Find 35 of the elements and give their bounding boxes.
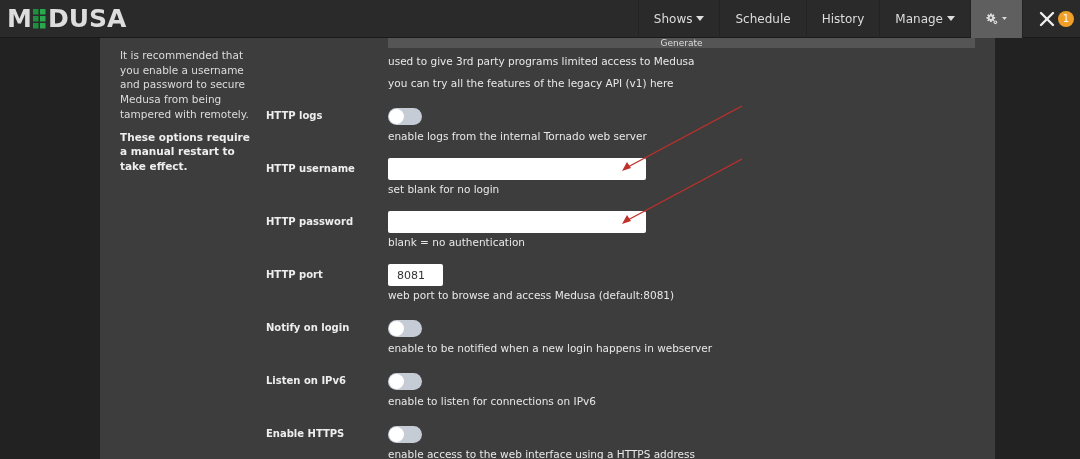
generate-button[interactable]: Generate — [388, 38, 975, 48]
setting-label: HTTP username — [266, 162, 356, 176]
nav-menu[interactable]: Shows — [637, 0, 720, 38]
logo[interactable]: M DUSA — [7, 6, 127, 31]
caret-icon — [696, 16, 705, 21]
settings-menu[interactable] — [970, 0, 1022, 38]
setting-label: HTTP logs — [266, 109, 324, 123]
caret-icon — [1002, 16, 1007, 21]
help-text: set blank for no login — [388, 183, 501, 196]
help-text: you can try all the features of the legacy API (v1) here — [388, 76, 675, 90]
toggle-switch[interactable] — [388, 107, 422, 125]
port-field[interactable]: 8081 — [388, 264, 443, 286]
setting-label: Enable HTTPS — [266, 427, 346, 441]
toggle-switch[interactable] — [388, 319, 422, 337]
help-text: enable to listen for connections on IPv6 — [388, 395, 596, 408]
help-text: web port to browse and access Medusa (default:8081) — [388, 289, 675, 302]
nav-link[interactable]: History — [805, 0, 880, 38]
help-text: used to give 3rd party programs limited access to Medusa — [388, 54, 696, 68]
help-text: enable logs from the internal Tornado web server — [388, 130, 647, 143]
notification-badge: 1 — [1058, 10, 1074, 27]
text-field[interactable] — [388, 211, 646, 233]
toggle-switch[interactable] — [388, 372, 422, 390]
setting-label: Notify on login — [266, 321, 351, 335]
toggle-switch[interactable] — [388, 425, 422, 443]
setting-label: Listen on IPv6 — [266, 374, 347, 388]
nav-link[interactable]: Schedule — [719, 0, 806, 38]
caret-icon — [947, 16, 955, 21]
help-text: enable to be notified when a new login happens in webserver — [388, 342, 713, 355]
setting-label: HTTP password — [266, 215, 355, 229]
setting-label: HTTP port — [266, 268, 324, 282]
grid-icon — [32, 8, 47, 29]
text-field[interactable] — [388, 158, 646, 180]
restart-warning: These options require a manual restart to take effect. — [120, 129, 251, 174]
sidebar-note: It is recommended that you enable a username and password to secure Medusa from being tampered with remotely. — [120, 48, 250, 122]
help-text: blank = no authentication — [388, 236, 526, 249]
